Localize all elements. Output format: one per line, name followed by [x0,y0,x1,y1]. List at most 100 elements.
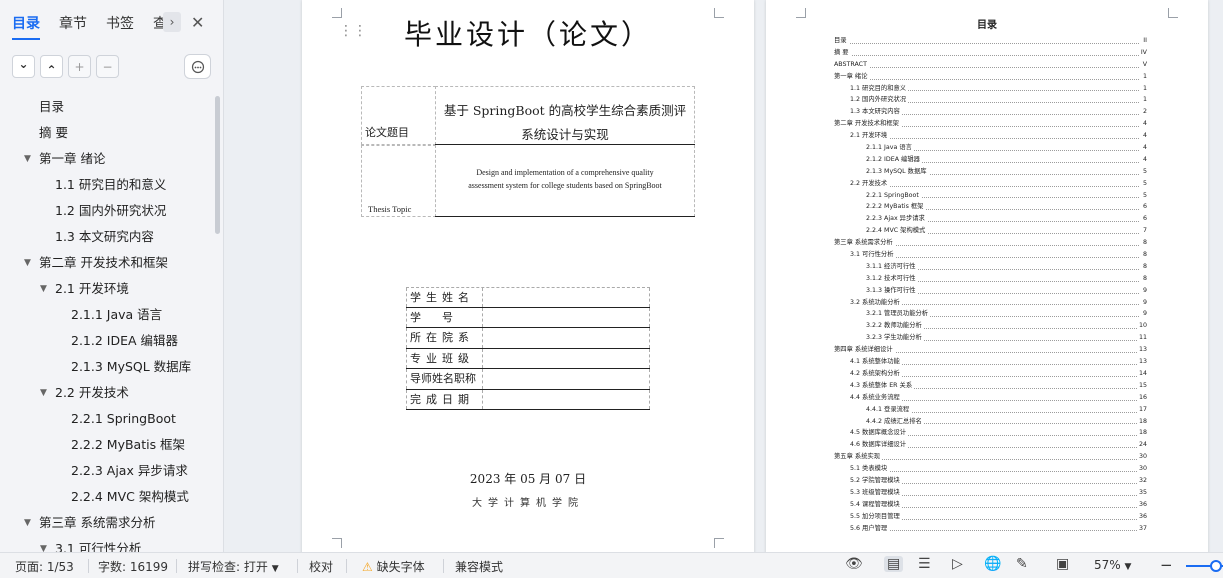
info-value[interactable] [483,288,650,307]
proofread-button[interactable]: 校对 [309,558,333,575]
toc-line[interactable]: 3.2.3 学生功能分析 11 [834,332,1147,345]
toc-line[interactable]: 3.1.1 经济可行性 8 [834,260,1147,273]
caret-down-icon[interactable]: ▼ [40,380,47,406]
toc-line[interactable]: 2.2.1 SpringBoot 5 [834,189,1147,202]
toc-line[interactable]: 第五章 系统实现 30 [834,451,1147,464]
toc-item[interactable]: ▼ 2.1 开发环境 [0,276,212,302]
toc-line[interactable]: 第一章 绪论 1 [834,70,1147,83]
missing-font-button[interactable]: ⚠ 缺失字体 [362,558,425,575]
info-value[interactable] [483,307,650,327]
tab-chapters[interactable]: 章节 [59,13,87,33]
caret-down-icon[interactable]: ▼ [40,536,47,552]
toc-line[interactable]: 1.1 研究目的和意义 1 [834,82,1147,95]
toc-line[interactable]: 5.4 课程管理模块 36 [834,498,1147,511]
toc-line[interactable]: 2.2.4 MVC 架构模式 7 [834,225,1147,238]
toc-item[interactable]: ▼ 3.1 可行性分析 [0,536,212,552]
toc-line[interactable]: 4.6 数据库详细设计 24 [834,439,1147,452]
eye-icon[interactable]: 👁 [845,556,863,572]
expand-all-button[interactable]: ⌃ [40,55,63,78]
toc-options-button[interactable] [184,54,211,79]
toc-line[interactable]: 5.2 学院管理模块 32 [834,474,1147,487]
toc-line[interactable]: 4.3 系统整体 ER 关系 15 [834,379,1147,392]
toc-line[interactable]: 摘 要 IV [834,46,1147,59]
toc-item[interactable]: 1.3 本文研究内容 [0,224,212,250]
toc-line[interactable]: 4.4.2 成绩汇总排名 18 [834,415,1147,428]
toc-line[interactable]: 2.1 开发环境 4 [834,130,1147,143]
toc-line[interactable]: 2.1.2 IDEA 编辑器 4 [834,153,1147,166]
toc-line[interactable]: 3.1 可行性分析 8 [834,249,1147,261]
toc-line[interactable]: 2.2.2 MyBatis 框架 6 [834,201,1147,214]
toc-line[interactable]: 1.2 国内外研究状况 1 [834,94,1147,107]
play-icon[interactable]: ▷ [952,556,963,572]
toc-item[interactable]: 2.2.3 Ajax 异步请求 [0,458,212,484]
toc-line[interactable]: 3.1.2 技术可行性 8 [834,272,1147,285]
toc-line[interactable]: 3.1.3 操作可行性 9 [834,284,1147,297]
add-heading-button[interactable]: + [68,55,91,78]
info-value[interactable] [483,328,650,348]
toc-line[interactable]: 5.1 类表模块 30 [834,463,1147,475]
toc-line[interactable]: 3.2 系统功能分析 9 [834,296,1147,309]
toc-line[interactable]: 2.1.3 MySQL 数据库 5 [834,165,1147,178]
collapse-all-button[interactable]: ⌄ [12,55,35,78]
zoom-level[interactable]: 57% ▼ [1094,558,1131,572]
caret-down-icon[interactable]: ▼ [24,146,31,172]
toc-line[interactable]: 4.2 系统架构分析 14 [834,367,1147,380]
toc-item[interactable]: 2.2.1 SpringBoot [0,406,212,432]
toc-line[interactable]: 4.5 数据库概念设计 18 [834,427,1147,440]
toc-line[interactable]: 4.4 系统业务流程 16 [834,391,1147,404]
toc-line[interactable]: ABSTRACT V [834,58,1147,71]
toc-item[interactable]: ▼ 2.2 开发技术 [0,380,212,406]
info-value[interactable] [483,348,650,368]
toc-line[interactable]: 第三章 系统需求分析 8 [834,237,1147,250]
toc-item[interactable]: 1.1 研究目的和意义 [0,172,212,198]
toc-item[interactable]: 2.2.2 MyBatis 框架 [0,432,212,458]
outline-view-icon[interactable]: ☰ [918,556,931,572]
toc-line[interactable]: 2.2.3 Ajax 异步请求 6 [834,213,1147,226]
close-icon[interactable]: ✕ [191,13,204,32]
toc-item[interactable]: 摘 要 [0,120,212,146]
toc-item[interactable]: ▼ 第三章 系统需求分析 [0,510,212,536]
page-view-icon[interactable]: ▤ [884,556,904,572]
toc-line[interactable]: 2.1.1 Java 语言 4 [834,142,1147,154]
toc-item[interactable]: 1.2 国内外研究状况 [0,198,212,224]
toc-line[interactable]: 3.2.1 管理员功能分析 9 [834,308,1147,321]
toc-line[interactable]: 第二章 开发技术和框架 4 [834,118,1147,131]
pen-icon[interactable]: ✎ [1016,556,1028,572]
toc-line[interactable]: 目录 II [834,35,1147,47]
toc-line[interactable]: 3.2.2 教师功能分析 10 [834,320,1147,333]
fit-page-icon[interactable]: ▣ [1056,556,1069,572]
caret-down-icon[interactable]: ▼ [24,510,31,536]
toc-page[interactable]: 目录 目录 II 摘 要 IV ABSTRACT V 第一章 绪论 1 1.1 研究目的和意义 1… [766,0,1208,552]
cover-page[interactable]: ⋮⋮ 毕业设计（论文） 论文题目 基于 SpringBoot 的高校学生综合素质… [302,0,754,552]
toc-item[interactable]: 目录 [0,94,212,120]
zoom-out-button[interactable]: − [1160,556,1173,574]
toc-line[interactable]: 4.1 系统整体功能 13 [834,356,1147,368]
toc-line[interactable]: 4.4.1 登录流程 17 [834,403,1147,416]
caret-down-icon[interactable]: ▼ [24,250,31,276]
word-count[interactable]: 字数: 16199 [98,558,168,575]
web-view-icon[interactable]: 🌐 [984,556,1001,572]
toc-scrollbar[interactable] [215,96,220,234]
toc-item[interactable]: ▼ 第二章 开发技术和框架 [0,250,212,276]
toc-item[interactable]: 2.1.3 MySQL 数据库 [0,354,212,380]
chevron-right-icon[interactable]: › [163,12,181,32]
document-canvas[interactable]: ⋮⋮ 毕业设计（论文） 论文题目 基于 SpringBoot 的高校学生综合素质… [224,0,1223,552]
toc-line[interactable]: 5.3 班级管理模块 35 [834,486,1147,499]
toc-line[interactable]: 第四章 系统详细设计 13 [834,344,1147,357]
tab-toc[interactable]: 目录 [12,13,40,40]
zoom-slider-handle[interactable] [1210,560,1222,572]
spell-check-toggle[interactable]: 拼写检查: 打开 ▼ [188,558,279,575]
toc-item[interactable]: 2.1.2 IDEA 编辑器 [0,328,212,354]
info-value[interactable] [483,369,650,389]
caret-down-icon[interactable]: ▼ [40,276,47,302]
toc-item[interactable]: 2.1.1 Java 语言 [0,302,212,328]
toc-line[interactable]: 1.3 本文研究内容 2 [834,106,1147,119]
page-indicator[interactable]: 页面: 1/53 [15,558,74,575]
tab-bookmarks[interactable]: 书签 [106,13,134,33]
info-value[interactable] [483,389,650,409]
toc-item[interactable]: 2.2.4 MVC 架构模式 [0,484,212,510]
toc-item[interactable]: ▼ 第一章 绪论 [0,146,212,172]
toc-line[interactable]: 5.6 用户管理 37 [834,522,1147,535]
remove-heading-button[interactable]: − [96,55,119,78]
toc-line[interactable]: 5.5 加分项目管理 36 [834,510,1147,523]
